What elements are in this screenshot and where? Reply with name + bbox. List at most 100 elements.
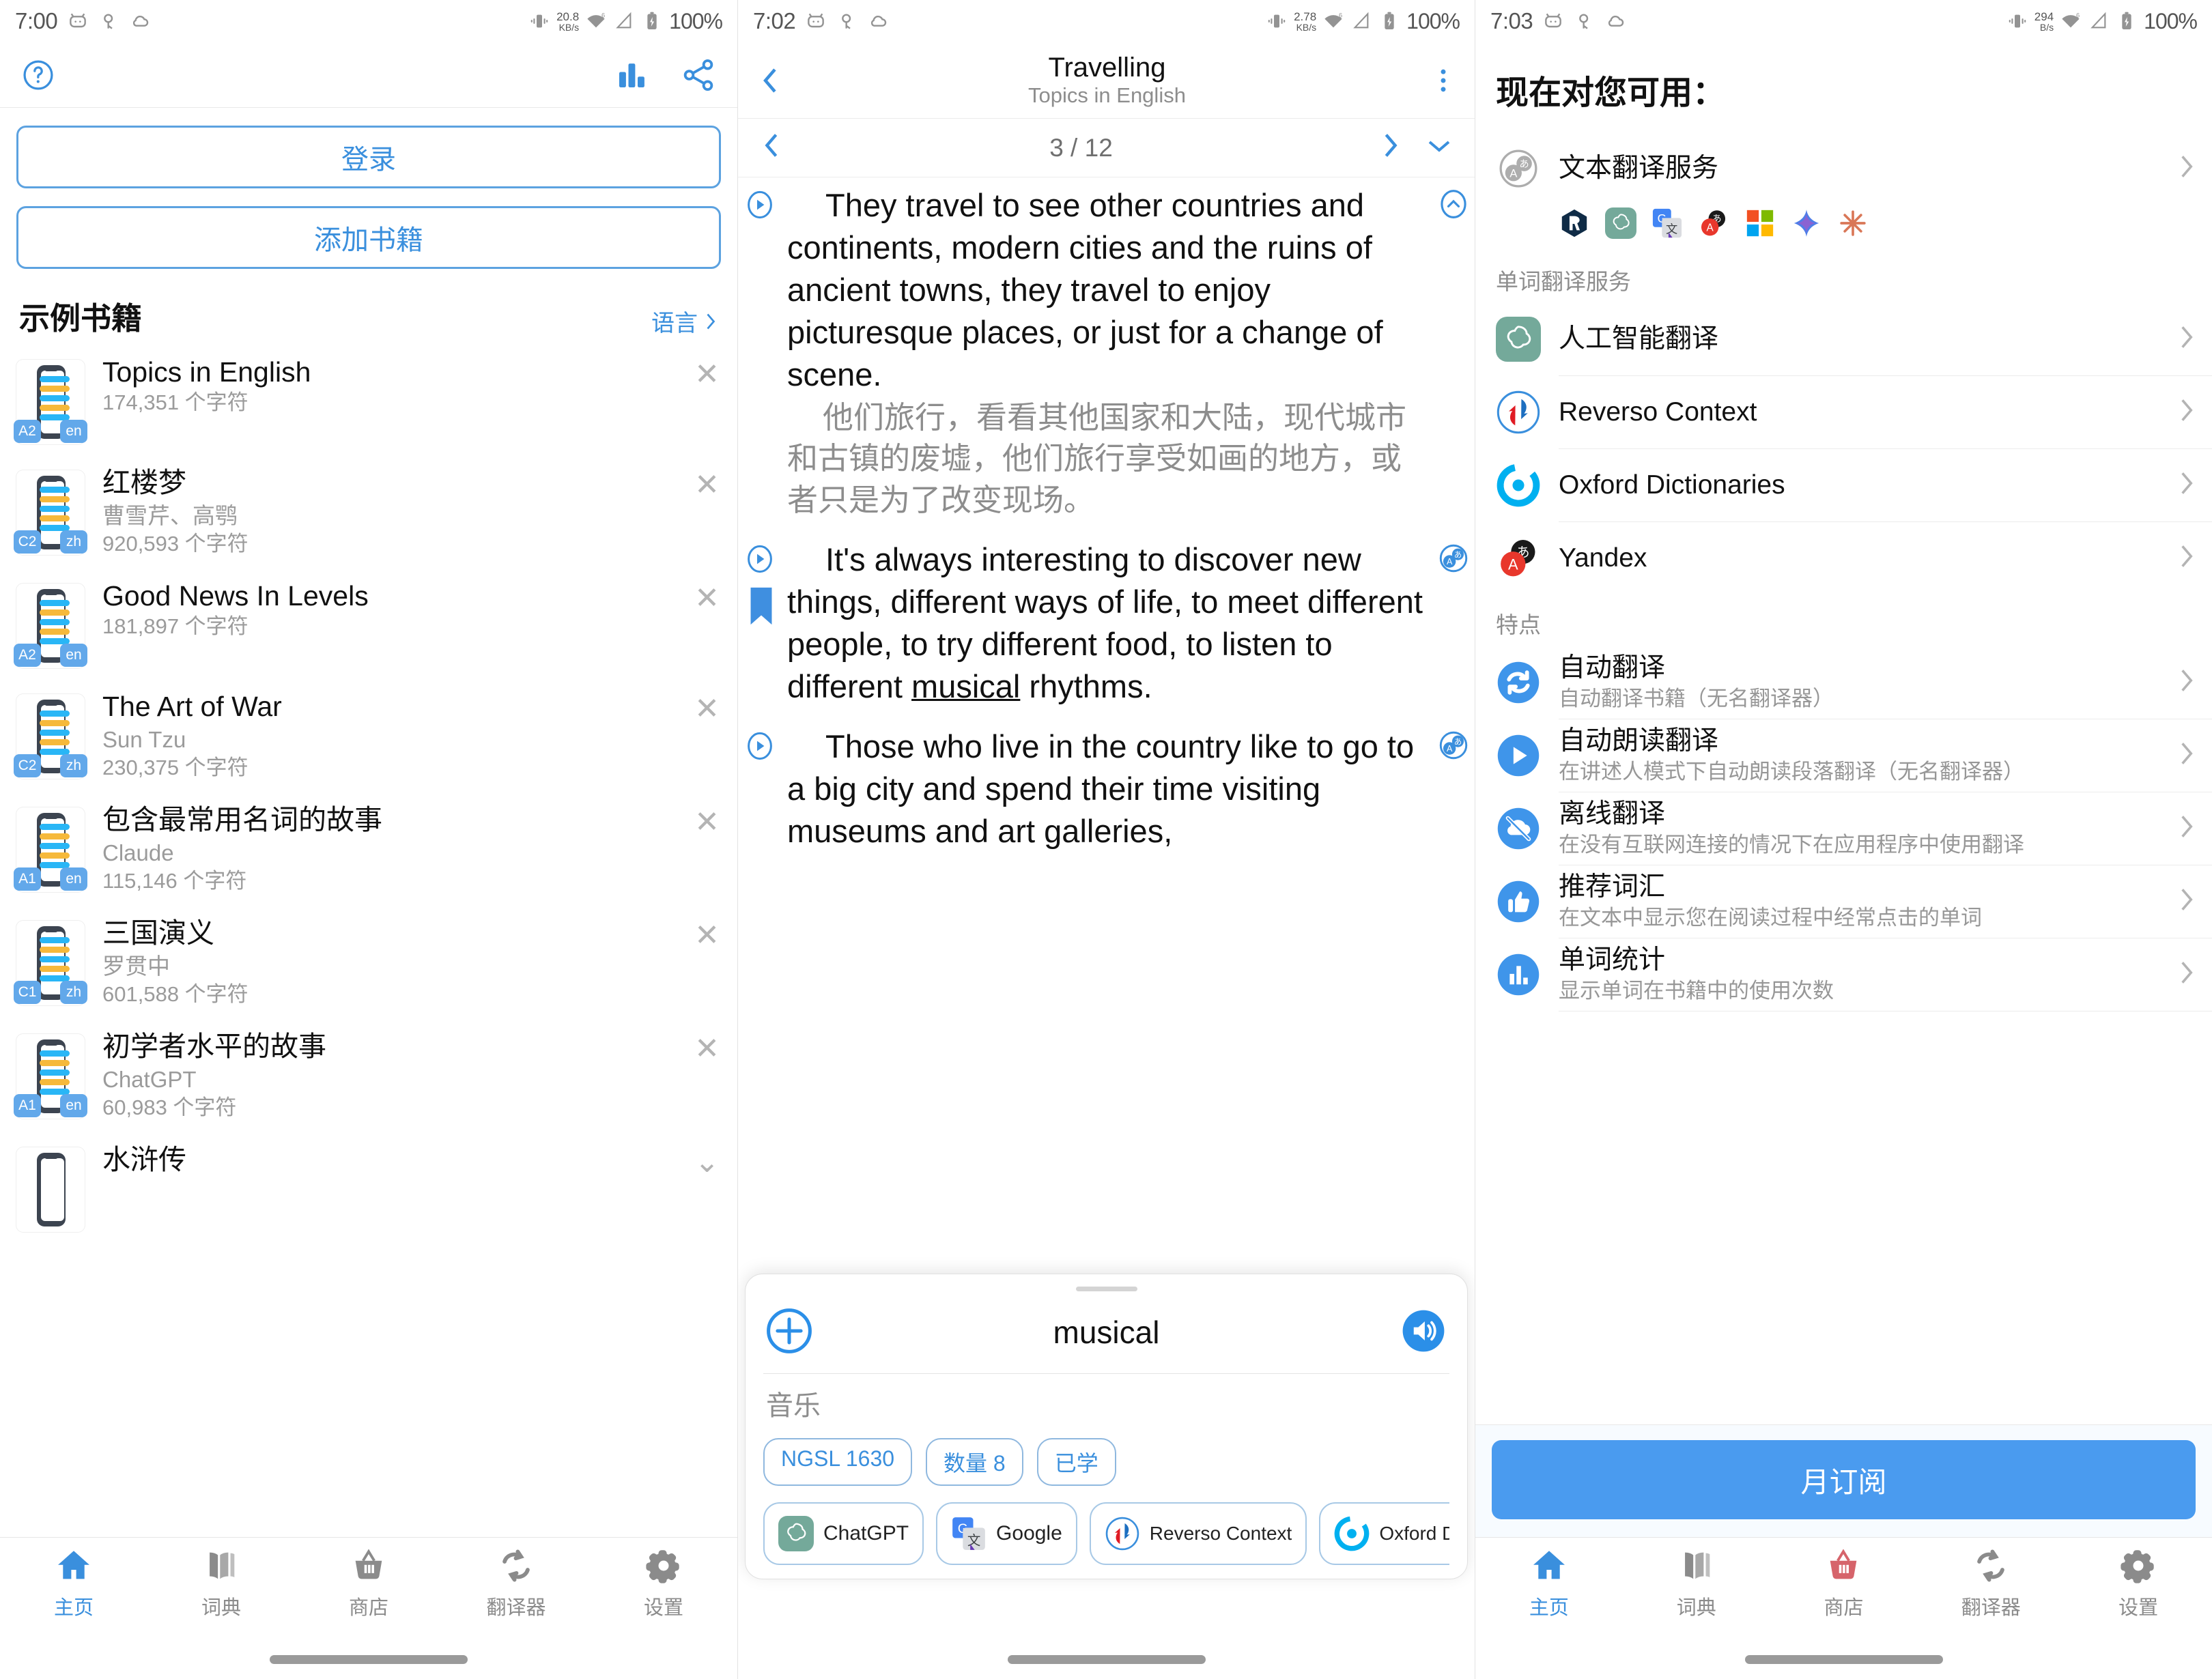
book-author: 罗贯中 xyxy=(102,953,170,979)
source-oxford-button[interactable]: Oxford Dictionaries xyxy=(1319,1502,1449,1565)
next-page-button[interactable] xyxy=(1379,130,1402,165)
page-title: 现在对您可用： xyxy=(1496,75,1726,111)
speaker-icon[interactable] xyxy=(1398,1305,1449,1360)
monthly-subscription-button[interactable]: 月订阅 xyxy=(1492,1440,2196,1519)
play-paragraph-button[interactable] xyxy=(743,543,776,579)
book-phone-icon xyxy=(37,1152,66,1226)
gesture-bar-1[interactable] xyxy=(0,1639,737,1679)
nav-item-home[interactable]: 主页 xyxy=(0,1546,147,1620)
paragraph-english[interactable]: They travel to see other countries and c… xyxy=(787,184,1430,396)
book-list-item[interactable]: A2 en Topics in English 174,351 个字符 ✕ xyxy=(0,345,737,455)
book-list-item[interactable]: 水浒传 ⌄ xyxy=(0,1132,737,1243)
status-bar-1: 7:00 20.8 KB/s 6 100% xyxy=(0,0,737,42)
remove-book-button[interactable]: ✕ xyxy=(694,803,720,837)
book-name: Topics in English xyxy=(1028,83,1186,108)
gesture-bar-3[interactable] xyxy=(1475,1639,2212,1679)
source-label: Oxford Dictionaries xyxy=(1379,1522,1449,1544)
book-list-item[interactable]: C2 zh 红楼梦 曹雪芹、高鹗 920,593 个字符 ✕ xyxy=(0,455,737,569)
book-char-count: 230,375 个字符 xyxy=(102,756,249,780)
feature-row-offline[interactable]: 离线翻译 在没有互联网连接的情况下在应用程序中使用翻译 xyxy=(1475,792,2212,865)
word-tag-count[interactable]: 数量 8 xyxy=(926,1438,1023,1486)
feature-desc: 在文本中显示您在阅读过程中经常点击的单词 xyxy=(1559,906,1982,930)
remove-book-button[interactable]: ✕ xyxy=(694,1030,720,1064)
service-row-reverso[interactable]: Reverso Context xyxy=(1475,376,2212,448)
nav-item-home[interactable]: 主页 xyxy=(1475,1546,1623,1620)
cloud-off-icon xyxy=(1496,806,1541,851)
collapse-up-icon[interactable] xyxy=(1436,187,1471,225)
plus-circle-icon[interactable] xyxy=(763,1305,815,1360)
service-row-oxford[interactable]: Oxford Dictionaries xyxy=(1475,449,2212,521)
gesture-bar-2[interactable] xyxy=(738,1639,1475,1679)
nav-item-store[interactable]: 商店 xyxy=(295,1546,442,1620)
book-list-item[interactable]: C2 zh The Art of War Sun Tzu 230,375 个字符… xyxy=(0,679,737,792)
source-chatgpt-button[interactable]: ChatGPT xyxy=(763,1502,924,1565)
book-list-item[interactable]: A1 en 初学者水平的故事 ChatGPT 60,983 个字符 ✕ xyxy=(0,1019,737,1132)
bar-chart-icon[interactable] xyxy=(613,57,650,94)
translate-icon[interactable]: A あ xyxy=(1436,541,1471,579)
chevron-down-icon[interactable] xyxy=(1426,134,1453,162)
prev-page-button[interactable] xyxy=(760,130,783,165)
reverso-icon xyxy=(1105,1517,1139,1551)
word-tag-learned[interactable]: 已学 xyxy=(1036,1438,1116,1486)
language-filter-link[interactable]: 语言 xyxy=(651,304,718,338)
add-book-button[interactable]: 添加书籍 xyxy=(16,206,721,269)
more-vertical-icon[interactable] xyxy=(1428,66,1458,96)
dictionary-sources: ChatGPT G 文 Google Reverso Context Oxfor… xyxy=(763,1502,1449,1565)
chevron-right-icon xyxy=(2178,542,2196,575)
remove-book-button[interactable]: ✕ xyxy=(694,690,720,724)
book-language-badge: zh xyxy=(60,530,87,554)
source-google-button[interactable]: G 文 Google xyxy=(936,1502,1077,1565)
nav-item-store[interactable]: 商店 xyxy=(1770,1546,1918,1620)
nav-item-translator[interactable]: 翻译器 xyxy=(442,1546,590,1620)
chevron-left-icon[interactable] xyxy=(754,65,786,96)
drag-handle[interactable] xyxy=(1075,1287,1137,1291)
chevron-right-icon xyxy=(2178,885,2196,919)
nav-item-translator[interactable]: 翻译器 xyxy=(1917,1546,2065,1620)
remove-book-button[interactable]: ✕ xyxy=(694,579,720,614)
svg-text:文: 文 xyxy=(967,1532,981,1548)
nav-label: 商店 xyxy=(348,1597,388,1619)
book-list-item[interactable]: C1 zh 三国演义 罗贯中 601,588 个字符 ✕ xyxy=(0,906,737,1019)
nav-item-settings[interactable]: 设置 xyxy=(2065,1546,2212,1620)
feature-row-auto-translate[interactable]: 自动翻译 自动翻译书籍（无名翻译器） xyxy=(1475,646,2212,719)
translate-icon[interactable]: A あ xyxy=(1436,728,1471,766)
book-language-badge: zh xyxy=(60,754,87,777)
word-tag-frequency[interactable]: NGSL 1630 xyxy=(763,1438,913,1486)
feature-row-recommended-words[interactable]: 推荐词汇 在文本中显示您在阅读过程中经常点击的单词 xyxy=(1475,865,2212,938)
tap-gesture-icon xyxy=(1574,10,1596,32)
paragraph-english[interactable]: It's always interesting to discover new … xyxy=(787,539,1430,708)
feature-row-auto-speak[interactable]: 自动朗读翻译 在讲述人模式下自动朗读段落翻译（无名翻译器） xyxy=(1475,719,2212,792)
remove-book-button[interactable]: ✕ xyxy=(694,917,720,951)
feature-row-word-stats[interactable]: 单词统计 显示单词在书籍中的使用次数 xyxy=(1475,938,2212,1011)
book-list-item[interactable]: A1 en 包含最常用名词的故事 Claude 115,146 个字符 ✕ xyxy=(0,792,737,906)
service-row-ai-translation[interactable]: 人工智能翻译 xyxy=(1475,303,2212,375)
google-translate-icon: G 文 xyxy=(952,1517,985,1550)
service-row-text-translation[interactable]: A あ 文本翻译服务 xyxy=(1475,132,2212,205)
service-title: Oxford Dictionaries xyxy=(1559,470,1785,500)
feature-desc: 显示单词在书籍中的使用次数 xyxy=(1559,979,1834,1003)
share-icon[interactable] xyxy=(680,57,717,94)
book-list-item[interactable]: A2 en Good News In Levels 181,897 个字符 ✕ xyxy=(0,569,737,679)
nav-item-dictionary[interactable]: 词典 xyxy=(147,1546,295,1620)
selected-word[interactable]: musical xyxy=(911,668,1020,704)
book-title: 三国演义 xyxy=(102,917,214,949)
nav-item-settings[interactable]: 设置 xyxy=(590,1546,737,1620)
remove-book-button[interactable]: ✕ xyxy=(694,356,720,390)
remove-book-button[interactable]: ✕ xyxy=(694,466,720,500)
expand-list-chevron-icon[interactable]: ⌄ xyxy=(694,1143,720,1177)
nav-item-dictionary[interactable]: 词典 xyxy=(1623,1546,1770,1620)
source-reverso-button[interactable]: Reverso Context xyxy=(1089,1502,1307,1565)
play-paragraph-button[interactable] xyxy=(743,730,776,766)
bookmark-icon[interactable] xyxy=(748,586,775,629)
service-text: Reverso Context xyxy=(1559,397,2178,428)
service-row-yandex[interactable]: あA Yandex xyxy=(1475,522,2212,594)
divider xyxy=(763,1373,1449,1374)
help-circle-icon[interactable] xyxy=(20,57,56,93)
wifi-icon: 6 xyxy=(1322,10,1344,32)
login-button[interactable]: 登录 xyxy=(16,126,721,188)
play-paragraph-button[interactable] xyxy=(743,188,776,225)
book-title: 初学者水平的故事 xyxy=(102,1030,326,1062)
svg-text:A: A xyxy=(1509,167,1517,180)
paragraph-english[interactable]: Those who live in the country like to go… xyxy=(787,726,1430,852)
paragraph-translation[interactable]: 他们旅行，看看其他国家和大陆，现代城市和古镇的废墟，他们旅行享受如画的地方，或者… xyxy=(787,397,1430,521)
